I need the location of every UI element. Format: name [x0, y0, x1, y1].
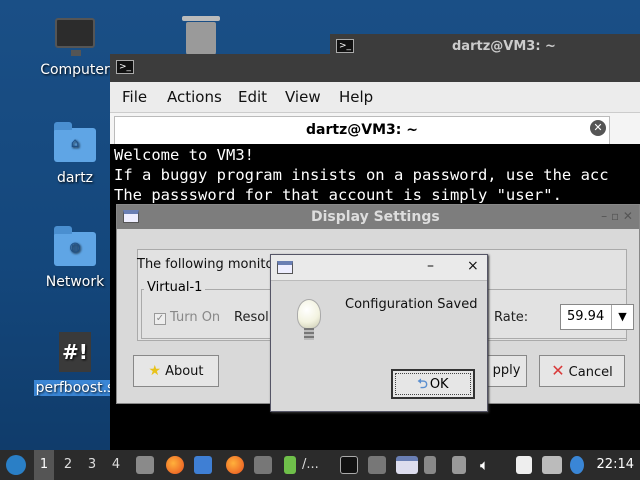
workspace-1[interactable]: 1: [34, 450, 54, 480]
desktop-folder-icon[interactable]: [194, 456, 212, 474]
terminal-line: If a buggy program insists on a password…: [114, 166, 609, 184]
taskbar: 1 2 3 4 /... 🔈︎ 22:14: [0, 450, 640, 480]
menu-edit[interactable]: Edit: [238, 88, 267, 106]
tab-bar: dartz@VM3: ~ ✕: [110, 112, 640, 144]
folder-task-label[interactable]: /...: [302, 450, 319, 480]
monitor-name: Virtual-1: [144, 280, 206, 295]
display-settings-task-icon[interactable]: [396, 456, 418, 474]
terminal-line: Welcome to VM3!: [114, 146, 254, 164]
terminal-icon: >_: [116, 60, 134, 74]
cancel-button[interactable]: ✕ Cancel: [539, 355, 625, 387]
dialog-message: Configuration Saved: [345, 297, 478, 312]
window-icon: [277, 261, 293, 274]
menu-actions[interactable]: Actions: [167, 88, 222, 106]
return-arrow-icon: ⮌: [417, 377, 428, 392]
terminal-output[interactable]: Welcome to VM3! If a buggy program insist…: [110, 144, 640, 206]
desktop-icon-computer[interactable]: Computer: [30, 18, 120, 78]
window-controls[interactable]: – ▫ ✕: [601, 209, 633, 223]
rate-label: Rate:: [494, 310, 529, 325]
window-icon: [123, 210, 139, 223]
close-tab-icon[interactable]: ✕: [590, 120, 606, 136]
star-icon: ★: [148, 363, 162, 379]
network-folder-icon: ◍: [54, 226, 96, 266]
ok-button[interactable]: ⮌ OK: [391, 369, 475, 399]
rate-select[interactable]: 59.94 ▼: [560, 304, 634, 330]
window-title: Display Settings: [311, 209, 440, 225]
task-icon[interactable]: [368, 456, 386, 474]
workspace-4[interactable]: 4: [106, 450, 126, 480]
checkbox-check-icon: ✓: [154, 313, 166, 325]
desktop-icon-dartz[interactable]: ⌂ dartz: [30, 122, 120, 186]
notification-icon[interactable]: [570, 456, 584, 474]
trash-icon: [182, 16, 220, 56]
firefox-icon[interactable]: [166, 456, 184, 474]
terminal-task-icon[interactable]: [340, 456, 358, 474]
menu-file[interactable]: File: [122, 88, 147, 106]
task-icon[interactable]: [254, 456, 272, 474]
workspace-3[interactable]: 3: [82, 450, 102, 480]
terminal-icon: >_: [336, 39, 354, 53]
desktop-icon-perfboost[interactable]: #! perfboost.s: [30, 332, 120, 396]
file-manager-icon[interactable]: [136, 456, 154, 474]
chevron-down-icon: ▼: [611, 305, 633, 329]
firefox-task-icon[interactable]: [226, 456, 244, 474]
turn-on-checkbox[interactable]: ✓ Turn On: [154, 310, 220, 325]
minimize-button[interactable]: –: [427, 258, 434, 274]
menu-bar: File Actions Edit View Help: [110, 82, 640, 112]
volume-icon[interactable]: 🔈︎: [480, 450, 489, 480]
computer-icon: [55, 18, 95, 56]
clock: 22:14: [596, 457, 634, 472]
terminal-line: The passsword for that account is simply…: [114, 186, 562, 204]
desktop-icon-network[interactable]: ◍ Network: [30, 226, 120, 290]
about-button[interactable]: ★ About: [133, 355, 219, 387]
apply-button[interactable]: pply: [487, 355, 527, 387]
workspace-2[interactable]: 2: [58, 450, 78, 480]
terminal-tab[interactable]: dartz@VM3: ~: [114, 116, 610, 144]
menu-view[interactable]: View: [285, 88, 321, 106]
lightbulb-icon: [297, 299, 321, 340]
close-button[interactable]: ×: [467, 258, 479, 274]
rate-value: 59.94: [567, 309, 605, 324]
home-folder-icon: ⌂: [54, 122, 96, 162]
script-file-icon: #!: [59, 332, 91, 372]
title-bar[interactable]: >_: [110, 54, 640, 82]
cancel-icon: ✕: [551, 361, 565, 380]
window-title: dartz@VM3: ~: [452, 39, 556, 54]
config-saved-dialog[interactable]: – × Configuration Saved ⮌ OK: [270, 254, 488, 412]
title-bar[interactable]: – ×: [271, 255, 487, 281]
resolution-label: Resol: [234, 310, 269, 325]
network-icon[interactable]: [542, 456, 562, 474]
menu-help[interactable]: Help: [339, 88, 373, 106]
eject-icon[interactable]: [452, 456, 466, 474]
start-menu-icon[interactable]: [6, 455, 26, 475]
archive-icon[interactable]: [284, 456, 296, 474]
intro-text: The following monito: [137, 257, 274, 272]
clipboard-icon[interactable]: [516, 456, 532, 474]
turn-on-label: Turn On: [170, 310, 221, 325]
title-bar[interactable]: Display Settings – ▫ ✕: [117, 205, 639, 229]
task-icon[interactable]: [424, 456, 436, 474]
